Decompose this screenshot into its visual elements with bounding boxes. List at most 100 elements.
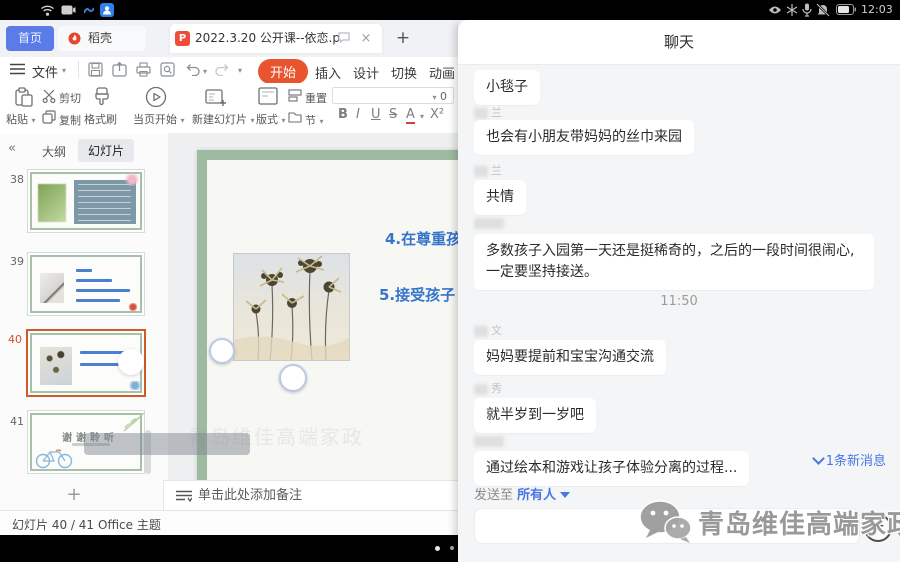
selection-handle[interactable] [209,338,235,364]
chat-input[interactable] [474,508,860,544]
redo-icon[interactable] [214,63,229,76]
ribbon-tab-home[interactable]: 开始 [258,59,308,84]
tab-comment-icon[interactable] [338,32,350,43]
send-to-value[interactable]: 所有人 [517,488,556,503]
copy-icon[interactable] [42,110,56,124]
slide-bullet-5[interactable]: 5.接受孩子 [379,284,455,305]
find-icon[interactable] [160,62,175,77]
send-to-row[interactable]: 发送至 所有人 [474,484,570,503]
selection-handle[interactable] [279,364,307,392]
bold-button[interactable]: B [338,107,348,122]
divider [78,61,79,78]
save-icon[interactable] [88,62,103,77]
reset-button[interactable]: 重置 [305,90,327,106]
tab-close-icon[interactable]: × [356,24,376,53]
chat-sender: 兰 [474,162,502,176]
status-time: 12:03 [861,0,893,20]
slide-number: 41 [10,415,24,428]
nav-dot [450,546,454,550]
send-to-caret-icon [560,492,570,498]
slide40-doodle [128,381,142,390]
cut-button[interactable]: 剪切 [59,90,81,106]
chat-message: 共情 [474,180,526,215]
reset-icon[interactable] [288,89,302,102]
copy-button[interactable]: 复制 [59,112,81,128]
layout-button[interactable]: 版式 ▾ [256,111,286,127]
slide-thumbnail-40-selected[interactable] [26,329,146,397]
chat-panel: 聊天 小毯子 兰 也会有小朋友带妈妈的丝巾来园 兰 共情 多数孩子入园第一天还是… [458,20,900,562]
new-slide-icon[interactable] [205,87,227,107]
chat-message: 妈妈要提前和宝宝沟通交流 [474,340,666,375]
play-from-current-button[interactable]: 当页开始 ▾ [133,111,185,127]
slide41-bicycle [34,447,78,469]
chat-sender: 秀 [474,380,502,394]
sync-badge-icon [84,7,94,14]
font-size-combobox[interactable]: ▾ 0 [332,87,454,104]
chevron-down-icon [812,452,825,465]
italic-button[interactable]: I [356,107,360,122]
output-icon[interactable] [112,62,127,77]
new-tab-button[interactable]: + [390,24,416,53]
file-menu-caret-icon: ▾ [62,66,66,75]
collapse-panel-icon[interactable]: « [8,141,16,156]
font-color-caret-icon[interactable]: ▾ [420,112,424,121]
slide-image-flowers[interactable] [233,253,350,361]
tab-slides[interactable]: 幻灯片 [78,139,134,162]
play-from-current-icon[interactable] [145,86,167,108]
strikethrough-button[interactable]: S [389,107,397,122]
ribbon-tab-transition[interactable]: 切换 [391,63,417,82]
ribbon-tab-design[interactable]: 设计 [353,63,379,82]
battery-icon [836,4,856,15]
slide-canvas[interactable]: 4.在尊重孩 5.接受孩子 青岛维佳高端家政 [168,133,458,480]
undo-caret-icon[interactable]: ▾ [203,67,207,76]
format-painter-icon[interactable] [92,86,112,108]
file-menu[interactable]: 文件 [32,62,58,81]
hamburger-icon[interactable] [10,63,25,75]
print-icon[interactable] [136,62,151,77]
slide-number: 38 [10,173,24,186]
slide-bullet-4[interactable]: 4.在尊重孩 [385,228,458,249]
avatar [474,108,488,119]
layout-icon[interactable] [258,87,278,105]
more-tools-caret-icon[interactable]: ▾ [238,66,242,75]
new-message-notice[interactable]: 1条新消息 [814,450,886,469]
chat-sender: 文 [474,322,502,336]
chat-message: 多数孩子入园第一天还是挺稀奇的，之后的一段时间很闹心,一定要坚持接送。 [474,234,874,290]
nav-dot [435,546,440,551]
underline-button[interactable]: U [371,107,381,122]
ribbon-tab-animation[interactable]: 动画 [429,63,455,82]
menu-bar: 文件 ▾ ▾ ▾ 开始 插入 设计 切换 动画 [0,57,458,83]
paste-button[interactable]: 粘贴 ▾ [6,111,36,127]
chat-message: 就半岁到一岁吧 [474,398,596,433]
tab-home[interactable]: 首页 [6,26,54,51]
new-slide-button[interactable]: 新建幻灯片 ▾ [192,111,255,127]
notes-bar[interactable]: 单击此处添加备注 [163,480,459,511]
app-badge-icon [100,3,114,17]
format-painter-button[interactable]: 格式刷 [84,111,117,127]
paste-icon[interactable] [14,87,34,107]
cut-icon[interactable] [42,89,57,103]
slide40-pointer-circle [118,349,144,375]
section-button[interactable]: 节 ▾ [305,112,324,128]
slide-counter: 幻灯片 40 / 41 [12,516,94,533]
tab-outline[interactable]: 大纲 [42,143,66,160]
notes-placeholder[interactable]: 单击此处添加备注 [198,481,302,511]
slide38-textblock [74,180,136,224]
superscript-button[interactable]: X² [430,107,444,122]
undo-icon[interactable] [186,63,201,76]
font-color-button[interactable]: A [406,107,415,124]
tab-docer[interactable]: 稻壳 [58,26,146,51]
ribbon-tab-insert[interactable]: 插入 [315,63,341,82]
slide38-frame [30,172,142,230]
eye-icon [768,5,782,15]
slide-thumbnail-39[interactable] [27,252,145,316]
slide38-photo [38,184,66,222]
tab-document-active[interactable]: P 2022.3.20 公开课--依恋.pptx × [170,24,382,53]
section-icon[interactable] [288,110,302,123]
add-slide-button[interactable]: + [62,483,86,507]
chat-add-button[interactable]: + [864,514,892,542]
camera-icon [61,5,76,15]
slide-thumbnail-38[interactable] [27,169,145,233]
slide39-line [76,289,130,292]
avatar [474,166,488,177]
